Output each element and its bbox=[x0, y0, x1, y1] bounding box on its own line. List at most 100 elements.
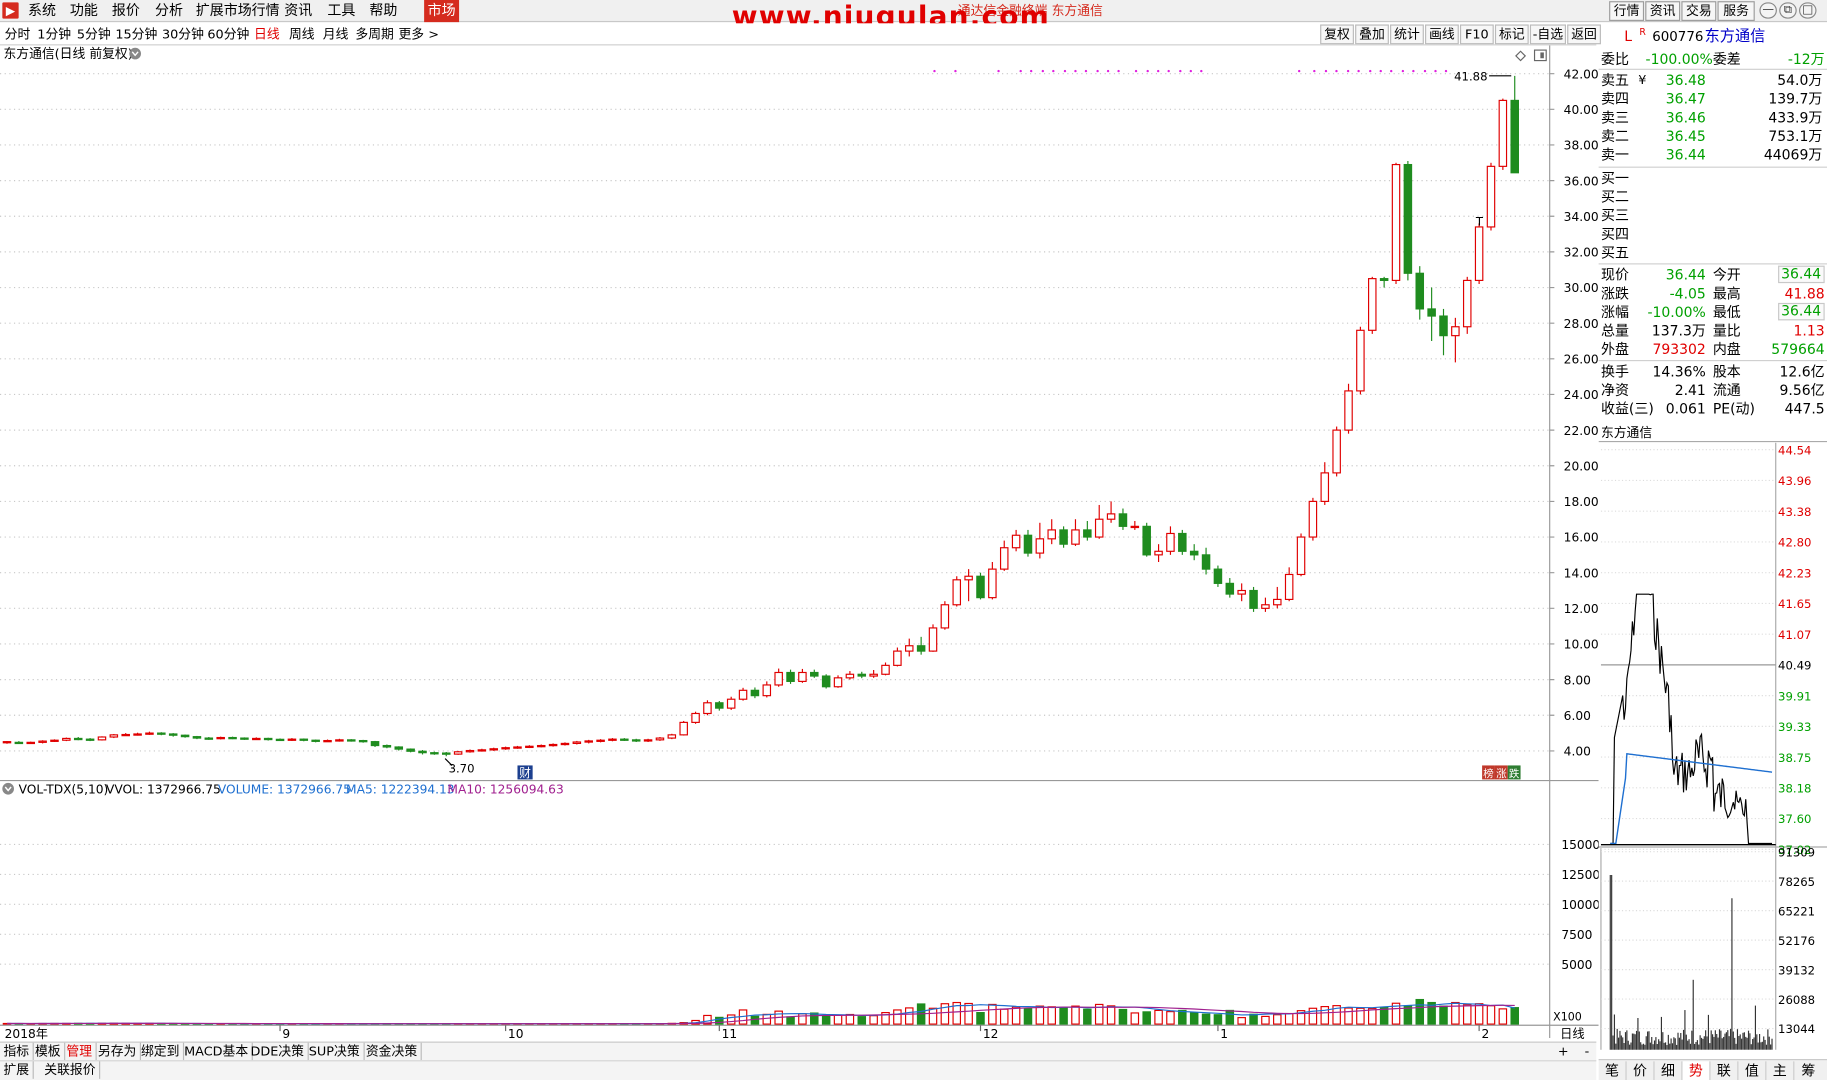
candle[interactable] bbox=[691, 711, 700, 724]
candle[interactable] bbox=[406, 748, 415, 753]
button-overlay[interactable]: 叠加 bbox=[1355, 24, 1389, 45]
candle[interactable] bbox=[1249, 586, 1258, 612]
dragon-tiger-marker[interactable]: 榜 涨 跌 bbox=[1482, 765, 1521, 780]
candle[interactable] bbox=[1059, 526, 1068, 548]
bid-row[interactable]: 买二 bbox=[1599, 188, 1827, 207]
tab-main[interactable]: 主 bbox=[1766, 1061, 1795, 1080]
candle[interactable] bbox=[952, 576, 962, 607]
period-more[interactable]: 更多 > bbox=[398, 27, 438, 42]
candle[interactable] bbox=[228, 736, 237, 740]
volume-dropdown-icon[interactable] bbox=[2, 782, 14, 795]
candle[interactable] bbox=[1498, 98, 1508, 170]
candle[interactable] bbox=[655, 737, 665, 741]
candle[interactable] bbox=[1368, 276, 1377, 334]
ask-row[interactable]: 卖二 36.45 753.1万 bbox=[1599, 127, 1827, 146]
button-back[interactable]: 返回 bbox=[1567, 24, 1601, 45]
candle[interactable] bbox=[928, 624, 938, 652]
candle[interactable] bbox=[679, 720, 688, 736]
period-daily[interactable]: 日线 bbox=[254, 27, 280, 42]
period-multi[interactable]: 多周期 bbox=[355, 27, 393, 42]
tab-related-quotes[interactable]: 关联报价 bbox=[41, 1061, 101, 1079]
candle[interactable] bbox=[109, 733, 119, 739]
candle[interactable] bbox=[1356, 326, 1365, 395]
candle[interactable] bbox=[50, 739, 59, 742]
candle[interactable] bbox=[347, 739, 356, 742]
maximize-icon[interactable]: □ bbox=[1799, 2, 1817, 19]
candle[interactable] bbox=[62, 737, 71, 742]
candle[interactable] bbox=[97, 736, 107, 741]
market-tab[interactable]: 市场 bbox=[424, 0, 460, 23]
tab-indicator[interactable]: 指标 bbox=[0, 1042, 34, 1061]
remove-indicator-icon[interactable]: - bbox=[1581, 1043, 1593, 1060]
candle[interactable] bbox=[275, 738, 285, 742]
period-60min[interactable]: 60分钟 bbox=[207, 27, 249, 42]
candle[interactable] bbox=[26, 741, 35, 745]
button-add-watchlist[interactable]: -自选 bbox=[1529, 24, 1567, 45]
candle[interactable] bbox=[1142, 522, 1151, 557]
candle[interactable] bbox=[453, 750, 463, 755]
button-draw[interactable]: 画线 bbox=[1425, 24, 1459, 45]
candle[interactable] bbox=[572, 740, 582, 745]
candle[interactable] bbox=[1213, 565, 1223, 587]
candle[interactable] bbox=[1462, 276, 1472, 334]
candle[interactable] bbox=[738, 687, 748, 701]
tab-fund[interactable]: 资金决策 bbox=[362, 1042, 422, 1061]
bid-row[interactable]: 买五 bbox=[1599, 243, 1827, 262]
menu-system[interactable]: 系统 bbox=[28, 2, 56, 19]
ask-row[interactable]: 卖五 ¥36.48 54.0万 bbox=[1599, 71, 1827, 90]
restore-icon[interactable]: ⧉ bbox=[1779, 2, 1797, 19]
candle[interactable] bbox=[216, 736, 225, 740]
candle[interactable] bbox=[1332, 426, 1341, 477]
tab-value[interactable]: 值 bbox=[1738, 1061, 1767, 1080]
tab-template[interactable]: 模板 bbox=[31, 1042, 66, 1061]
candle[interactable] bbox=[240, 737, 249, 740]
menu-analysis[interactable]: 分析 bbox=[155, 2, 183, 19]
tab-manage[interactable]: 管理 bbox=[63, 1042, 97, 1061]
bid-row[interactable]: 买三 bbox=[1599, 206, 1827, 225]
tab-sup[interactable]: SUP决策 bbox=[305, 1042, 365, 1061]
candle[interactable] bbox=[299, 738, 309, 742]
top-button-trade[interactable]: 交易 bbox=[1681, 1, 1717, 21]
menu-news[interactable]: 资讯 bbox=[284, 2, 312, 19]
candle[interactable] bbox=[821, 674, 831, 689]
candle[interactable] bbox=[157, 732, 166, 736]
candle[interactable] bbox=[1308, 497, 1318, 541]
candle[interactable] bbox=[1296, 533, 1306, 577]
candle[interactable] bbox=[976, 572, 985, 600]
tab-link[interactable]: 联 bbox=[1710, 1061, 1739, 1080]
tab-price[interactable]: 价 bbox=[1627, 1061, 1655, 1080]
period-weekly[interactable]: 周线 bbox=[289, 27, 315, 42]
period-30min[interactable]: 30分钟 bbox=[162, 27, 204, 42]
tab-save-as[interactable]: 另存为 bbox=[94, 1042, 141, 1061]
add-indicator-icon[interactable]: + bbox=[1554, 1043, 1572, 1060]
tab-chips[interactable]: 筹 bbox=[1794, 1061, 1822, 1080]
candle[interactable] bbox=[726, 696, 736, 710]
tab-trades[interactable]: 笔 bbox=[1599, 1061, 1627, 1080]
tab-macd[interactable]: MACD基本 bbox=[181, 1042, 253, 1061]
ask-row[interactable]: 卖三 36.46 433.9万 bbox=[1599, 108, 1827, 127]
candle[interactable] bbox=[1474, 223, 1484, 284]
intraday-mini-chart[interactable]: 44.54 43.96 43.38 42.80 42.23 41.65 41.07 40.49… bbox=[1598, 422, 1827, 1060]
app-logo-icon[interactable] bbox=[2, 2, 19, 19]
candle[interactable] bbox=[1391, 162, 1401, 284]
chart-title-dropdown-icon[interactable] bbox=[129, 47, 141, 60]
candle[interactable] bbox=[1486, 162, 1496, 231]
tab-bind[interactable]: 绑定到 bbox=[137, 1042, 185, 1061]
button-mark[interactable]: 标记 bbox=[1494, 24, 1529, 45]
candle[interactable] bbox=[703, 700, 712, 716]
button-f10[interactable]: F10 bbox=[1459, 24, 1494, 45]
candle[interactable] bbox=[263, 737, 273, 741]
bid-row[interactable]: 买一 bbox=[1599, 169, 1827, 188]
period-5min[interactable]: 5分钟 bbox=[77, 27, 111, 42]
tab-trend[interactable]: 势 bbox=[1682, 1061, 1711, 1080]
candle[interactable] bbox=[1403, 161, 1413, 281]
menu-quote[interactable]: 报价 bbox=[112, 2, 140, 19]
button-restore-rights[interactable]: 复权 bbox=[1320, 24, 1354, 45]
candle[interactable] bbox=[1344, 383, 1353, 434]
menu-function[interactable]: 功能 bbox=[70, 2, 98, 19]
candle[interactable] bbox=[940, 601, 950, 630]
top-button-market[interactable]: 行情 bbox=[1609, 1, 1645, 21]
candle[interactable] bbox=[667, 733, 677, 740]
tab-detail[interactable]: 细 bbox=[1655, 1061, 1683, 1080]
bid-row[interactable]: 买四 bbox=[1599, 225, 1827, 244]
